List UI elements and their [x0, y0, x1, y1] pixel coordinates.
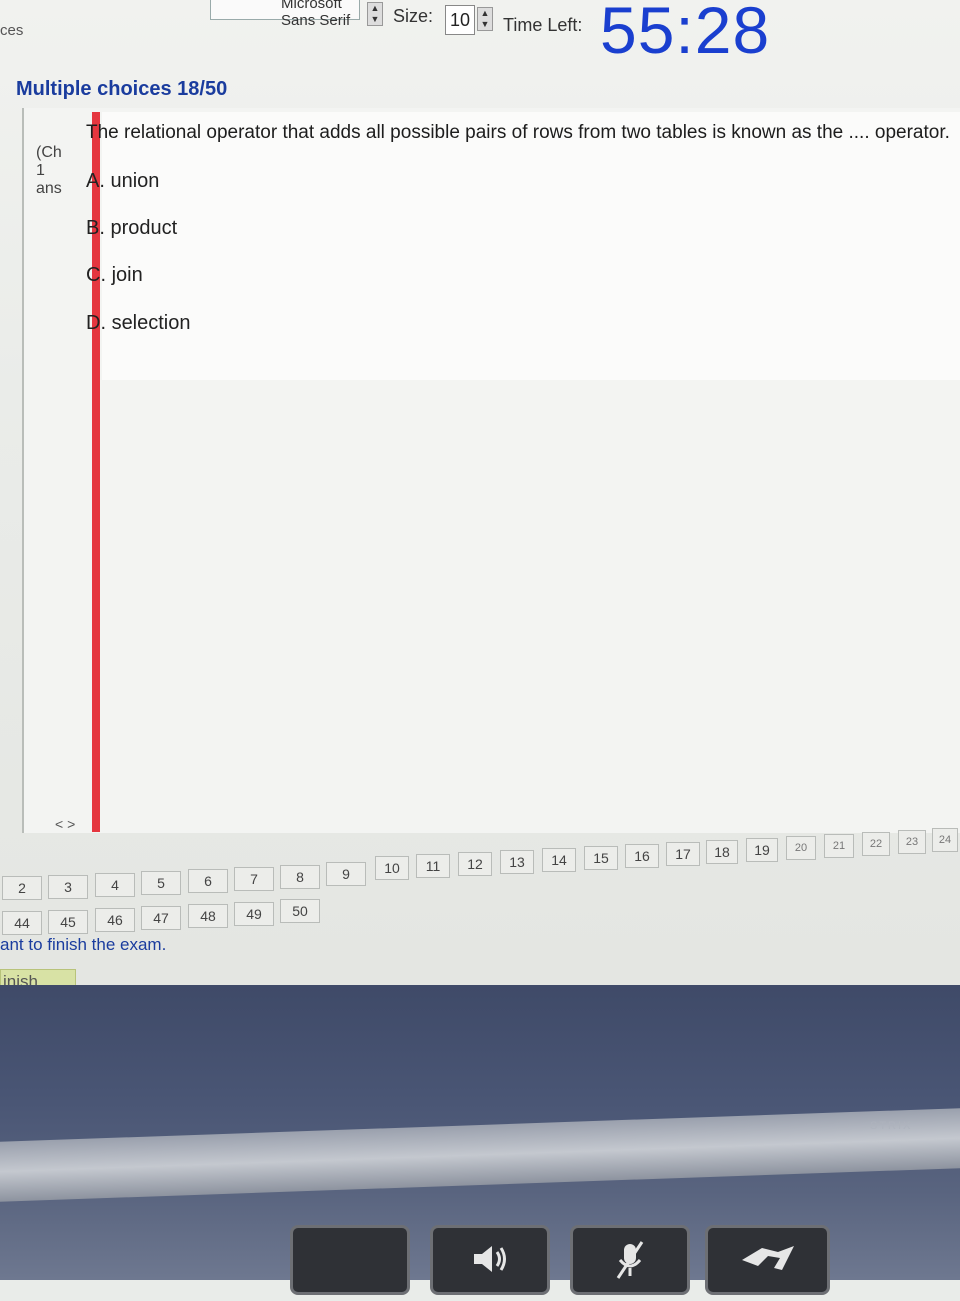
- question-nav-button[interactable]: 22: [862, 832, 890, 856]
- option-text: product: [110, 217, 178, 239]
- question-nav-button[interactable]: 8: [280, 865, 320, 889]
- question-nav-button[interactable]: 5: [141, 871, 181, 895]
- mic-mute-key[interactable]: [570, 1225, 690, 1295]
- question-nav-button[interactable]: 19: [746, 838, 778, 862]
- question-nav-button[interactable]: 3: [48, 875, 88, 899]
- question-nav-button[interactable]: 15: [584, 846, 618, 870]
- option-d[interactable]: D. selection: [86, 312, 191, 335]
- question-nav-button[interactable]: 24: [932, 828, 958, 852]
- question-nav-button[interactable]: 10: [375, 856, 409, 880]
- option-b[interactable]: B. product: [86, 217, 177, 240]
- exam-window: ces Microsoft Sans Serif ▲ ▼ Size: 10 ▲ ▼ …: [0, 0, 960, 995]
- question-nav-button[interactable]: 16: [625, 844, 659, 868]
- question-nav-button[interactable]: 13: [500, 850, 534, 874]
- option-letter: C.: [86, 264, 106, 286]
- option-letter: A.: [86, 170, 105, 192]
- option-a[interactable]: A. union: [86, 170, 159, 193]
- question-nav-button[interactable]: 21: [824, 834, 854, 858]
- question-nav-button[interactable]: 11: [416, 854, 450, 878]
- size-label: Size:: [393, 6, 434, 26]
- question-nav-button[interactable]: 17: [666, 842, 700, 866]
- option-text: join: [111, 264, 143, 286]
- question-nav-button[interactable]: 4: [95, 873, 135, 897]
- option-text: union: [110, 170, 160, 192]
- function-key: [290, 1225, 410, 1295]
- question-nav-button[interactable]: 46: [95, 908, 135, 932]
- size-spin-button[interactable]: ▲ ▼: [477, 7, 493, 31]
- question-nav-button[interactable]: 7: [234, 867, 274, 891]
- option-letter: D.: [86, 312, 106, 334]
- question-nav-button[interactable]: 6: [188, 869, 228, 893]
- question-nav-button[interactable]: 47: [141, 906, 181, 930]
- question-nav-button[interactable]: 50: [280, 899, 320, 923]
- rog-logo-icon: [741, 1246, 794, 1270]
- question-nav-button[interactable]: 44: [2, 911, 42, 935]
- countdown-timer: 55:28: [600, 0, 771, 67]
- cut-off-label: ces: [0, 22, 24, 39]
- question-nav-button[interactable]: 45: [48, 910, 88, 934]
- question-nav-button[interactable]: 20: [786, 836, 816, 860]
- question-nav-button[interactable]: 2: [2, 876, 42, 900]
- question-nav-button[interactable]: 23: [898, 830, 926, 854]
- question-nav-button[interactable]: 12: [458, 852, 492, 876]
- question-nav-button[interactable]: 18: [706, 840, 738, 864]
- question-side-info: (Ch 1 ans: [36, 144, 76, 198]
- section-title: Multiple choices 18/50: [16, 78, 228, 100]
- scroll-arrows[interactable]: < >: [55, 816, 75, 832]
- speaker-icon: [474, 1246, 506, 1272]
- font-selector[interactable]: Microsoft Sans Serif: [210, 0, 360, 29]
- mic-mute-icon: [616, 1241, 644, 1279]
- time-left-label: Time Left:: [503, 15, 583, 35]
- question-nav-button[interactable]: 14: [542, 848, 576, 872]
- option-text: selection: [111, 312, 191, 334]
- size-input[interactable]: 10: [445, 5, 475, 35]
- speaker-key[interactable]: [430, 1225, 550, 1295]
- side-line: ans: [36, 180, 62, 197]
- question-area: [102, 112, 960, 380]
- font-spin-button[interactable]: ▲ ▼: [367, 2, 383, 26]
- option-c[interactable]: C. join: [86, 264, 143, 287]
- option-letter: B.: [86, 217, 105, 239]
- question-text: The relational operator that adds all po…: [86, 122, 950, 143]
- side-line: (Ch: [36, 144, 62, 161]
- toolbar: ces Microsoft Sans Serif ▲ ▼ Size: 10 ▲ ▼ …: [0, 0, 960, 67]
- rog-key[interactable]: [705, 1225, 830, 1295]
- brand-text: STRIX: [870, 1120, 913, 1132]
- question-nav-button[interactable]: 49: [234, 902, 274, 926]
- question-nav-button[interactable]: 9: [326, 862, 366, 886]
- finish-message: ant to finish the exam.: [0, 935, 167, 954]
- side-line: 1: [36, 162, 45, 179]
- question-nav-button[interactable]: 48: [188, 904, 228, 928]
